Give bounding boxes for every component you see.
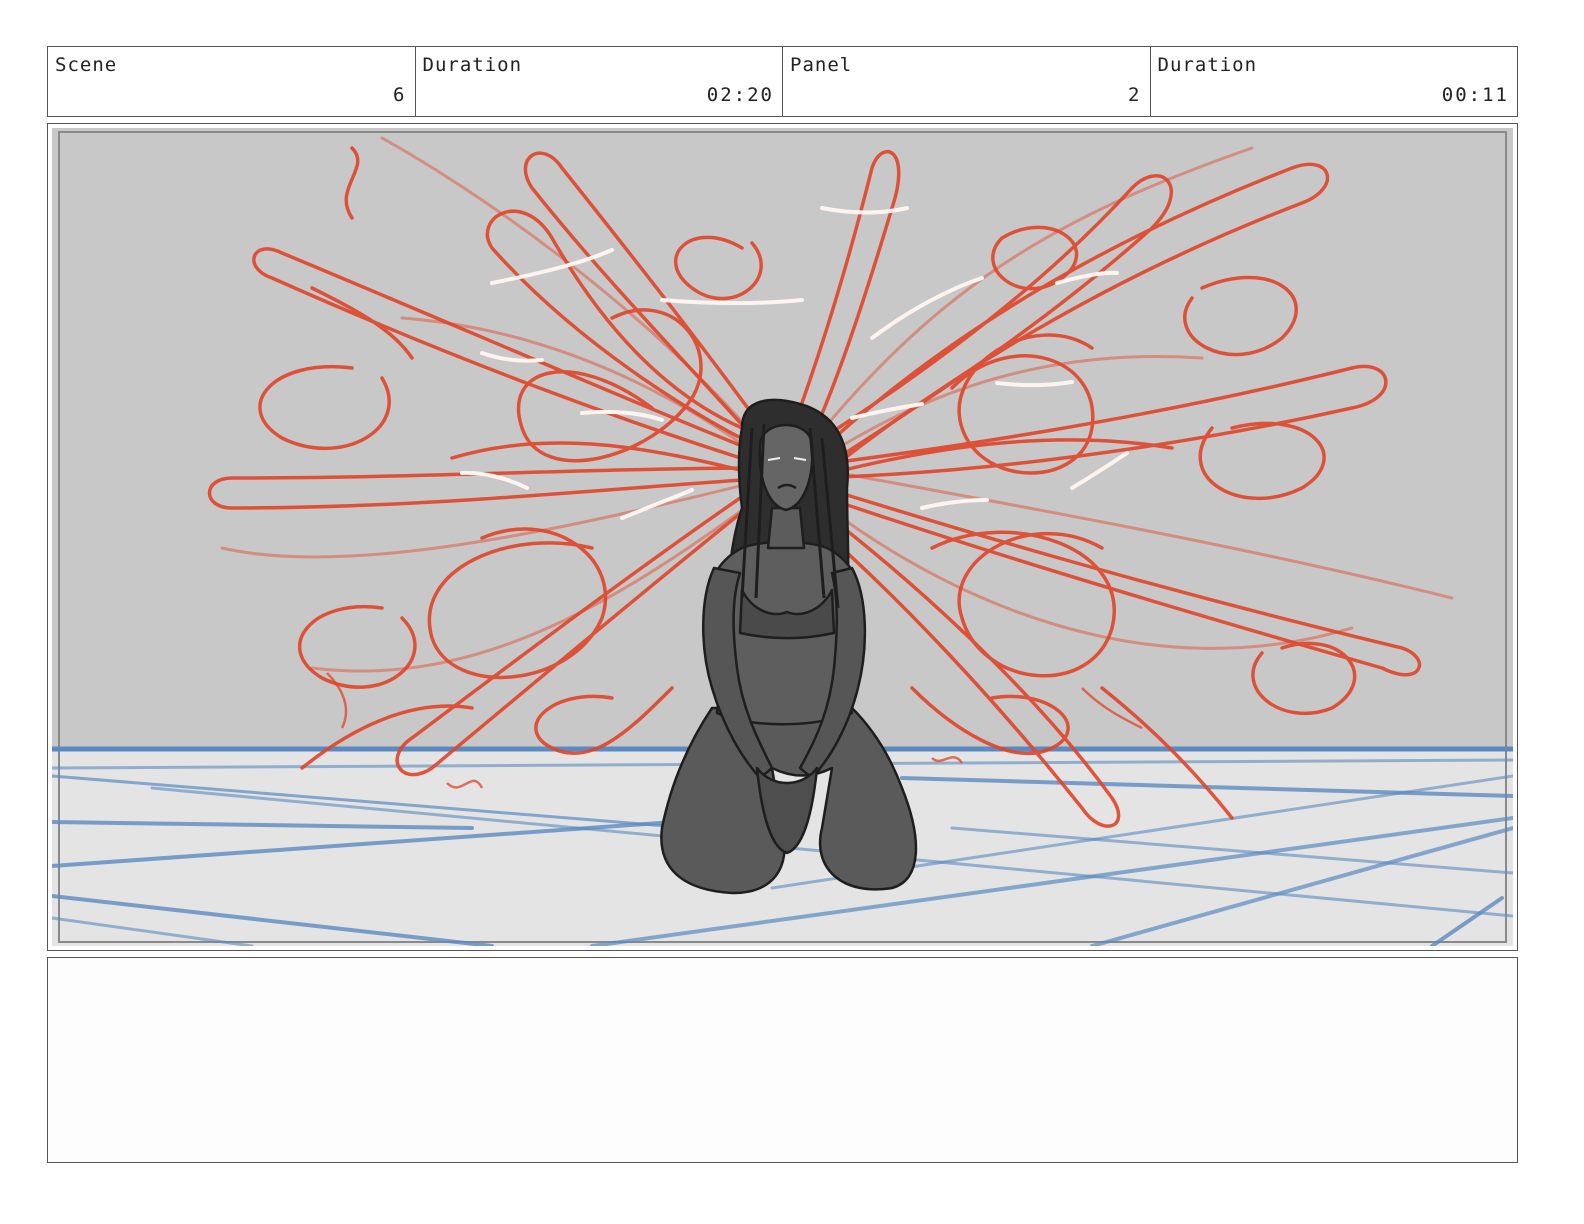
panel-number: 2	[1128, 84, 1142, 106]
scene-cell: Scene 6	[48, 47, 416, 116]
scene-number: 6	[393, 84, 407, 106]
panel-duration-value: 00:11	[1441, 84, 1509, 106]
scene-duration-label: Duration	[422, 54, 523, 76]
scene-duration-cell: Duration 02:20	[416, 47, 783, 116]
panel-duration-cell: Duration 00:11	[1151, 47, 1518, 116]
scene-label: Scene	[55, 54, 118, 76]
figure-neck	[766, 506, 806, 550]
panel-illustration	[52, 128, 1513, 946]
panel-info-header: Scene 6 Duration 02:20 Panel 2 Duration …	[47, 46, 1518, 117]
storyboard-panel	[47, 123, 1518, 951]
panel-label: Panel	[790, 54, 853, 76]
panel-duration-label: Duration	[1157, 54, 1258, 76]
scene-duration-value: 02:20	[706, 84, 774, 106]
panel-notes-box[interactable]	[47, 957, 1518, 1163]
panel-cell: Panel 2	[783, 47, 1151, 116]
